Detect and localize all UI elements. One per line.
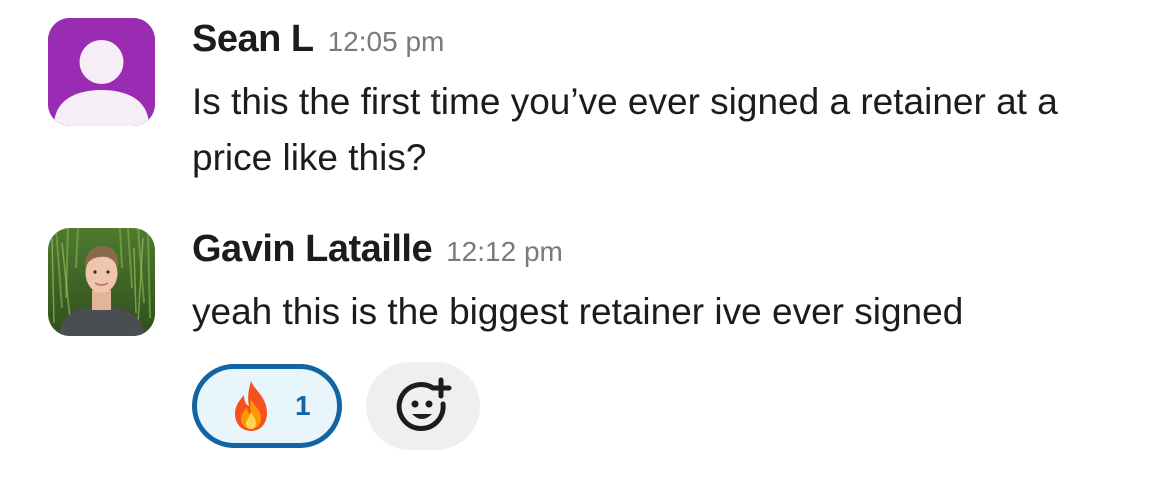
profile-photo — [48, 228, 155, 336]
reaction-count: 1 — [295, 390, 311, 421]
avatar[interactable] — [48, 18, 155, 126]
avatar[interactable] — [48, 228, 155, 336]
message-header: Sean L 12:05 pm — [192, 18, 444, 61]
author-name[interactable]: Sean L — [192, 18, 314, 61]
message-text: Is this the first time you’ve ever signe… — [192, 81, 1058, 178]
timestamp[interactable]: 12:05 pm — [328, 26, 445, 58]
add-reaction-icon — [396, 377, 452, 431]
author-name[interactable]: Gavin Lataille — [192, 228, 433, 271]
message-header: Gavin Lataille 12:12 pm — [192, 228, 563, 271]
message-text: yeah this is the biggest retainer ive ev… — [192, 291, 964, 332]
default-user-icon — [48, 18, 155, 126]
fire-emoji — [235, 381, 267, 431]
add-reaction-button[interactable] — [366, 362, 480, 450]
reactions-bar: 1 — [192, 362, 480, 450]
reaction-fire[interactable]: 1 — [192, 364, 342, 448]
timestamp[interactable]: 12:12 pm — [446, 236, 563, 268]
